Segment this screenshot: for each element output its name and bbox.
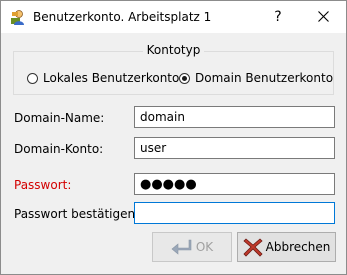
radio-checked-icon (179, 72, 190, 84)
user-account-icon (11, 10, 24, 25)
account-type-group: Kontotyp Lokales Benutzerkonto Domain Be… (13, 43, 334, 95)
password-input[interactable]: ●●●●● (134, 173, 335, 195)
window-title: Benutzerkonto. Arbeitsplatz 1 (33, 10, 212, 24)
password-confirm-input[interactable] (134, 202, 335, 224)
close-icon (317, 11, 329, 22)
password-confirm-label: Passwort bestätigen: (14, 207, 140, 221)
radio-domain-account[interactable]: Domain Benutzerkonto (179, 71, 333, 85)
radio-unchecked-icon (27, 72, 38, 84)
domain-name-input[interactable]: domain (134, 106, 335, 128)
ok-button[interactable]: OK (152, 232, 232, 262)
password-label: Passwort: (14, 178, 72, 192)
domain-name-label: Domain-Name: (14, 111, 105, 125)
domain-account-input[interactable]: user (134, 137, 335, 159)
title-bar: Benutzerkonto. Arbeitsplatz 1 ? (1, 1, 346, 33)
cancel-label: Abbrechen (265, 240, 331, 254)
cancel-button[interactable]: Abbrechen (237, 232, 336, 262)
radio-local-account[interactable]: Lokales Benutzerkonto (27, 71, 179, 85)
domain-account-label: Domain-Konto: (14, 142, 104, 156)
dialog-window: Benutzerkonto. Arbeitsplatz 1 ? Kontotyp… (0, 0, 347, 275)
radio-local-account-label: Lokales Benutzerkonto (43, 71, 180, 85)
help-button[interactable]: ? (255, 1, 301, 33)
account-type-title: Kontotyp (142, 43, 205, 57)
radio-domain-account-label: Domain Benutzerkonto (195, 71, 334, 85)
enter-arrow-icon (171, 239, 192, 255)
cancel-x-icon (243, 238, 263, 257)
close-button[interactable] (300, 1, 346, 33)
password-mask: ●●●●● (140, 177, 197, 192)
ok-label: OK (195, 240, 214, 254)
